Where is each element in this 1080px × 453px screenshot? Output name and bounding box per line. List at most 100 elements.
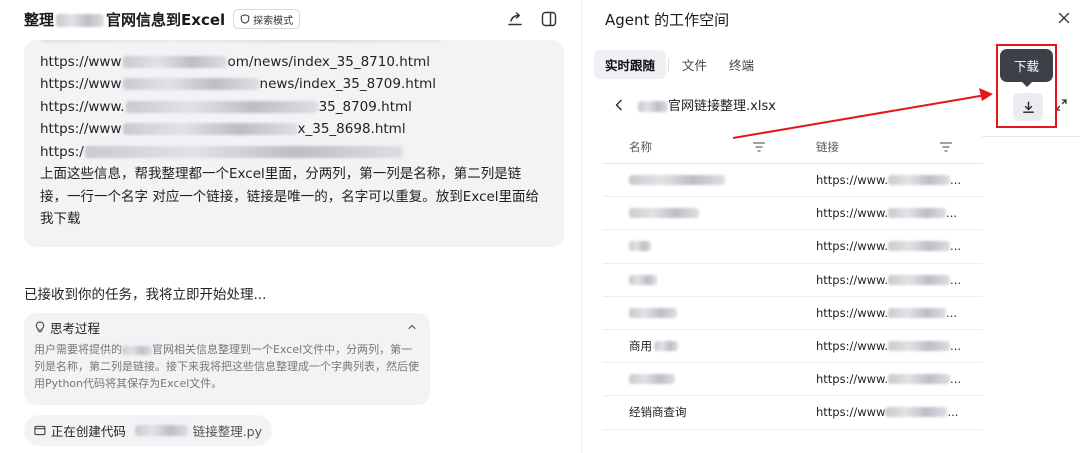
shield-icon — [240, 14, 250, 24]
thinking-panel[interactable]: 思考过程 用户需要将提供的 官网相关信息整理到一个Excel文件中，分两列，第一列… — [24, 313, 430, 405]
back-icon[interactable] — [612, 98, 626, 112]
link-cell: https://www.... — [790, 330, 977, 363]
redacted-text — [888, 274, 951, 285]
column-header-name: 名称 — [603, 130, 790, 164]
column-header-label: 名称 — [629, 139, 652, 154]
url-end: om/news/index_35_8710.html — [227, 53, 430, 70]
workspace-title: Agent 的工作空间 — [605, 11, 730, 29]
file-name: 官网链接整理.xlsx — [638, 95, 776, 114]
redacted-text — [638, 101, 668, 112]
filter-icon[interactable] — [939, 141, 953, 153]
name-cell — [603, 164, 790, 197]
name-cell — [603, 263, 790, 296]
panel-toggle-icon[interactable] — [540, 10, 558, 28]
link-text: https://www. — [816, 206, 889, 221]
mode-badge-label: 探索模式 — [253, 15, 294, 27]
redacted-text — [629, 208, 699, 219]
table-row[interactable]: https://www.... — [603, 197, 983, 231]
assistant-ack: 已接收到你的任务，我将立即开始处理... — [24, 287, 267, 303]
redacted-text — [885, 407, 948, 418]
redacted-text — [125, 100, 318, 113]
table-row[interactable]: https://www.... — [603, 264, 983, 297]
link-cell: https://www.... — [790, 197, 977, 230]
link-cell: https://www.... — [790, 230, 977, 263]
url-line: https://www om/news/index_35_8710.html — [40, 51, 548, 74]
ellipsis: ... — [947, 405, 959, 420]
name-cell: 商用 — [603, 330, 790, 363]
close-icon[interactable] — [1056, 10, 1072, 26]
name-cell — [603, 197, 790, 230]
url-end: news/index_35_8709.html — [259, 76, 437, 92]
link-cell: https://www.... — [790, 363, 977, 396]
workspace-tabs: 实时跟随 文件 终端 — [594, 50, 765, 79]
table-row[interactable]: 经销商查询 https://www... — [603, 396, 983, 430]
chat-title-prefix: 整理 — [24, 10, 55, 29]
thinking-header[interactable]: 思考过程 — [34, 319, 420, 336]
url-start: https://www — [40, 121, 122, 137]
redacted-text — [56, 13, 105, 27]
redacted-text — [888, 374, 951, 385]
link-cell: https://www.... — [790, 263, 977, 296]
url-end: x_35_8698.html — [297, 121, 406, 137]
ellipsis: ... — [950, 372, 962, 387]
chat-title: 整理 官网信息到Excel — [24, 9, 225, 30]
chevron-up-icon[interactable] — [406, 321, 418, 333]
sheet-header-row: 名称 链接 — [603, 130, 983, 164]
name-cell — [603, 296, 790, 329]
redacted-text — [122, 345, 152, 355]
ellipsis: ... — [946, 305, 958, 320]
table-row[interactable]: 商用 https://www.... — [603, 330, 983, 364]
redacted-text — [888, 208, 947, 219]
link-text: https://www. — [816, 173, 889, 188]
redacted-text — [629, 374, 675, 385]
link-cell: https://www.... — [790, 296, 977, 329]
truncated-url-line — [40, 40, 548, 51]
request-text: 上面这些信息，帮我整理都一个Excel里面，分两列，第一列是名称，第二列是链接，… — [40, 166, 540, 227]
ellipsis: ... — [950, 173, 962, 188]
url-start: https://www — [40, 53, 122, 70]
link-text: https://www. — [816, 372, 889, 387]
url-line: https://www x_35_8698.html — [40, 118, 548, 141]
code-chip-label: 正在创建代码 — [50, 424, 126, 439]
tab-terminal[interactable]: 终端 — [718, 50, 765, 79]
url-line: https://www. 35_8709.html — [40, 96, 548, 119]
link-text: https://www. — [816, 239, 889, 254]
tab-divider — [668, 57, 670, 72]
workspace-panel: Agent 的工作空间 实时跟随 文件 终端 官网链接整理.xlsx 下载 名称… — [581, 0, 1080, 453]
share-icon[interactable] — [506, 10, 524, 28]
table-row[interactable]: https://www.... — [603, 297, 983, 330]
thinking-text-start: 用户需要将提供的 — [34, 343, 122, 356]
ellipsis: ... — [946, 206, 958, 221]
link-text: https://www. — [816, 305, 889, 320]
ellipsis: ... — [950, 339, 962, 354]
mode-badge: 探索模式 — [233, 9, 301, 29]
file-name-suffix: 官网链接整理.xlsx — [668, 99, 776, 114]
redacted-text — [888, 307, 947, 318]
table-row[interactable]: https://www.... — [603, 164, 983, 198]
link-cell: https://www... — [790, 396, 977, 429]
redacted-text — [134, 425, 188, 436]
redacted-text — [41, 40, 441, 43]
table-row[interactable]: https://www.... — [603, 230, 983, 264]
redacted-text — [888, 175, 951, 186]
name-cell — [603, 230, 790, 263]
tab-live-follow[interactable]: 实时跟随 — [594, 50, 667, 79]
redacted-text — [629, 241, 651, 252]
redacted-text — [629, 274, 657, 285]
link-text: https://www — [816, 405, 886, 420]
file-breadcrumb: 官网链接整理.xlsx — [612, 95, 776, 114]
filter-icon[interactable] — [752, 141, 766, 153]
name-cell — [603, 363, 790, 396]
name-cell: 经销商查询 — [603, 396, 790, 429]
window-icon — [34, 425, 46, 436]
url-line: https://www news/index_35_8709.html — [40, 73, 548, 96]
redacted-text — [84, 145, 403, 158]
code-chip-filename: 链接整理.py — [192, 424, 262, 439]
tab-files[interactable]: 文件 — [671, 50, 718, 79]
annotation-highlight-box — [996, 44, 1057, 128]
table-row[interactable]: https://www.... — [603, 363, 983, 397]
code-creation-chip[interactable]: 正在创建代码 链接整理.py — [24, 415, 272, 446]
lightbulb-icon — [35, 321, 45, 333]
ellipsis: ... — [950, 239, 962, 254]
link-text: https://www. — [816, 272, 889, 287]
